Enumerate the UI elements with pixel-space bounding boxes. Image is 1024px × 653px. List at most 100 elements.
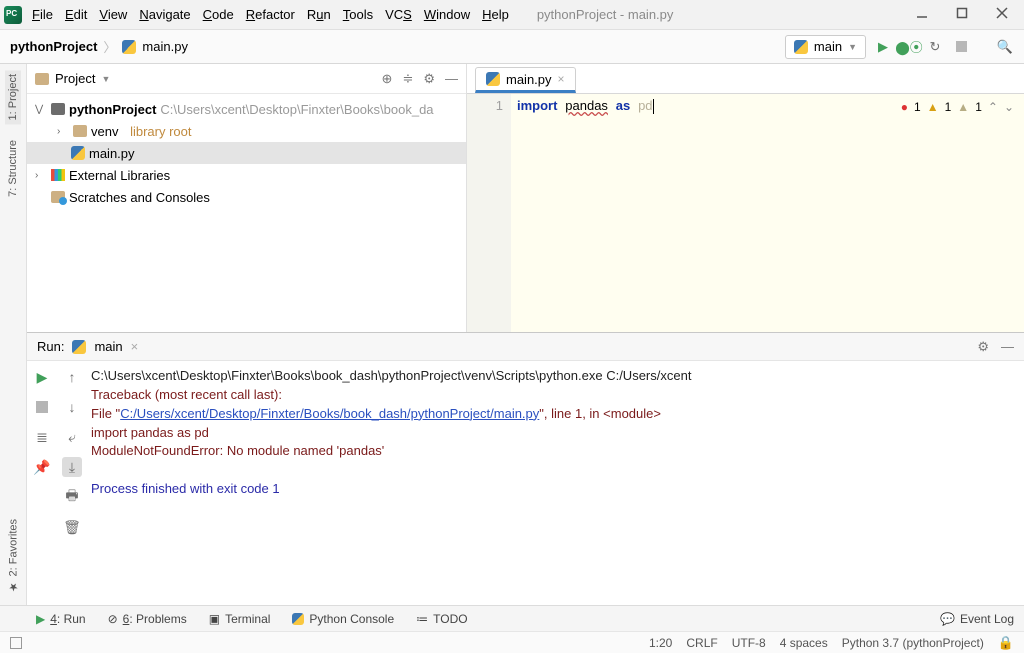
structure-toolwindow-tab[interactable]: 7: Structure <box>5 136 21 201</box>
menu-code[interactable]: Code <box>203 7 234 22</box>
scratch-icon <box>51 191 65 203</box>
run-toolbar: ▶ ≣ 📌 ↑ ↓ ⤶ ⤓ 🖶 🗑 <box>27 361 87 622</box>
settings-icon[interactable]: ⚙ <box>423 71 435 87</box>
title-bar: File Edit View Navigate Code Refactor Ru… <box>0 0 1024 30</box>
tree-scratches[interactable]: Scratches and Consoles <box>27 186 466 208</box>
code-text[interactable]: import pandas as pd <box>511 94 660 332</box>
python-icon <box>794 40 808 54</box>
inspection-widget[interactable]: ●1 ▲1 ▲1 ⌃ ⌄ <box>901 100 1014 114</box>
run-config-selector[interactable]: main ▼ <box>785 35 866 59</box>
project-panel: Project ▼ ⊕ ≑ ⚙ — ⋁ pythonProject C:\Use… <box>27 64 467 332</box>
favorites-toolwindow-tab[interactable]: ★ 2: Favorites <box>5 515 22 597</box>
minimize-button[interactable] <box>916 7 928 22</box>
menu-help[interactable]: Help <box>482 7 509 22</box>
code-area[interactable]: 1 import pandas as pd ●1 ▲1 ▲1 ⌃ ⌄ <box>467 94 1024 332</box>
tree-venv-label: venv <box>91 124 118 139</box>
toolwindow-todo[interactable]: ≔TODO <box>416 612 467 626</box>
window-controls <box>916 7 1020 22</box>
navigation-bar: pythonProject 〉 main.py main ▼ ▶ ⬤⦿ ↻ 🔍 <box>0 30 1024 64</box>
python-icon <box>72 340 86 354</box>
run-tab-name[interactable]: main <box>94 339 122 354</box>
menu-file[interactable]: File <box>32 7 53 22</box>
up-stack-button[interactable]: ↑ <box>62 367 82 387</box>
python-interpreter[interactable]: Python 3.7 (pythonProject) <box>842 636 984 650</box>
clear-button[interactable]: 🗑 <box>62 517 82 537</box>
project-panel-header: Project ▼ ⊕ ≑ ⚙ — <box>27 64 466 94</box>
readonly-lock-icon[interactable]: 🔒 <box>998 635 1014 651</box>
project-toolwindow-tab[interactable]: 1: Project <box>5 70 21 124</box>
coverage-button[interactable]: ↻ <box>926 38 944 56</box>
run-settings-button[interactable]: ⚙ <box>977 339 989 355</box>
console-line-cmd: C:\Users\xcent\Desktop\Finxter\Books\boo… <box>91 367 1020 386</box>
event-log-button[interactable]: 💬Event Log <box>940 612 1014 626</box>
menu-edit[interactable]: Edit <box>65 7 87 22</box>
editor-tabs: main.py × <box>467 64 1024 94</box>
left-gutter-lower: ★ 2: Favorites <box>0 332 27 605</box>
stop-run-button[interactable] <box>32 397 52 417</box>
tree-external-libs[interactable]: › External Libraries <box>27 164 466 186</box>
line-separator[interactable]: CRLF <box>686 636 717 650</box>
maximize-button[interactable] <box>956 7 968 22</box>
tree-venv[interactable]: › venv library root <box>27 120 466 142</box>
editor-tab-main[interactable]: main.py × <box>475 67 576 93</box>
next-highlight-button[interactable]: ⌄ <box>1004 100 1014 114</box>
tree-venv-hint: library root <box>130 124 191 139</box>
menu-run[interactable]: Run <box>307 7 331 22</box>
close-button[interactable] <box>996 7 1008 22</box>
expand-all-button[interactable]: ≑ <box>402 71 413 87</box>
print-button[interactable]: 🖶 <box>62 487 82 507</box>
tree-root[interactable]: ⋁ pythonProject C:\Users\xcent\Desktop\F… <box>27 98 466 120</box>
layout-button[interactable]: ≣ <box>32 427 52 447</box>
breadcrumb-root[interactable]: pythonProject <box>10 39 97 54</box>
indent-config[interactable]: 4 spaces <box>780 636 828 650</box>
search-everywhere-button[interactable]: 🔍 <box>996 38 1014 56</box>
run-panel-title: Run: <box>37 339 64 354</box>
console-line-error: ModuleNotFoundError: No module named 'pa… <box>91 442 1020 461</box>
left-gutter: 1: Project 7: Structure <box>0 64 27 332</box>
hide-run-button[interactable]: — <box>1001 339 1014 355</box>
menu-window[interactable]: Window <box>424 7 470 22</box>
stop-button[interactable] <box>952 38 970 56</box>
file-encoding[interactable]: UTF-8 <box>732 636 766 650</box>
menu-refactor[interactable]: Refactor <box>246 7 295 22</box>
breadcrumb-file[interactable]: main.py <box>142 39 188 54</box>
prev-highlight-button[interactable]: ⌃ <box>988 100 998 114</box>
chevron-down-icon[interactable]: ▼ <box>101 74 110 84</box>
select-opened-file-button[interactable]: ⊕ <box>382 71 393 87</box>
scroll-to-end-button[interactable]: ⤓ <box>62 457 82 477</box>
toolwindow-python-console[interactable]: Python Console <box>292 612 394 626</box>
python-file-icon <box>122 40 136 54</box>
breadcrumb-sep: 〉 <box>103 37 116 56</box>
console-line-traceback: Traceback (most recent call last): <box>91 386 1020 405</box>
soft-wrap-button[interactable]: ⤶ <box>62 427 82 447</box>
console-output[interactable]: C:\Users\xcent\Desktop\Finxter\Books\boo… <box>87 361 1024 622</box>
close-run-tab-button[interactable]: × <box>131 339 139 354</box>
pin-button[interactable]: 📌 <box>32 457 52 477</box>
hide-button[interactable]: — <box>445 71 458 87</box>
caret-position[interactable]: 1:20 <box>649 636 672 650</box>
debug-button[interactable]: ⬤⦿ <box>900 38 918 56</box>
down-stack-button[interactable]: ↓ <box>62 397 82 417</box>
tree-main-file[interactable]: main.py <box>27 142 466 164</box>
rerun-button[interactable]: ▶ <box>32 367 52 387</box>
menu-view[interactable]: View <box>99 7 127 22</box>
app-icon <box>4 6 22 24</box>
toolwindows-toggle[interactable] <box>10 637 22 649</box>
status-bar: 1:20 CRLF UTF-8 4 spaces Python 3.7 (pyt… <box>0 631 1024 653</box>
bottom-bar: ▶4: Run ⊘6: Problems ▣Terminal Python Co… <box>0 605 1024 631</box>
tree-external-libs-label: External Libraries <box>69 168 170 183</box>
gutter: 1 <box>467 94 511 332</box>
toolwindow-terminal[interactable]: ▣Terminal <box>209 612 271 626</box>
menu-tools[interactable]: Tools <box>343 7 373 22</box>
menu-vcs[interactable]: VCS <box>385 7 412 22</box>
menu-navigate[interactable]: Navigate <box>139 7 190 22</box>
breadcrumb: pythonProject 〉 main.py <box>10 37 188 56</box>
run-panel-header: Run: main × ⚙ — <box>27 333 1024 361</box>
tree-root-path: C:\Users\xcent\Desktop\Finxter\Books\boo… <box>160 102 433 117</box>
traceback-link[interactable]: C:/Users/xcent/Desktop/Finxter/Books/boo… <box>120 406 539 421</box>
close-tab-button[interactable]: × <box>558 72 565 86</box>
run-button[interactable]: ▶ <box>874 38 892 56</box>
toolwindow-problems[interactable]: ⊘6: Problems <box>108 612 187 626</box>
toolwindow-run[interactable]: ▶4: Run <box>36 612 86 626</box>
window-title: pythonProject - main.py <box>537 7 674 22</box>
